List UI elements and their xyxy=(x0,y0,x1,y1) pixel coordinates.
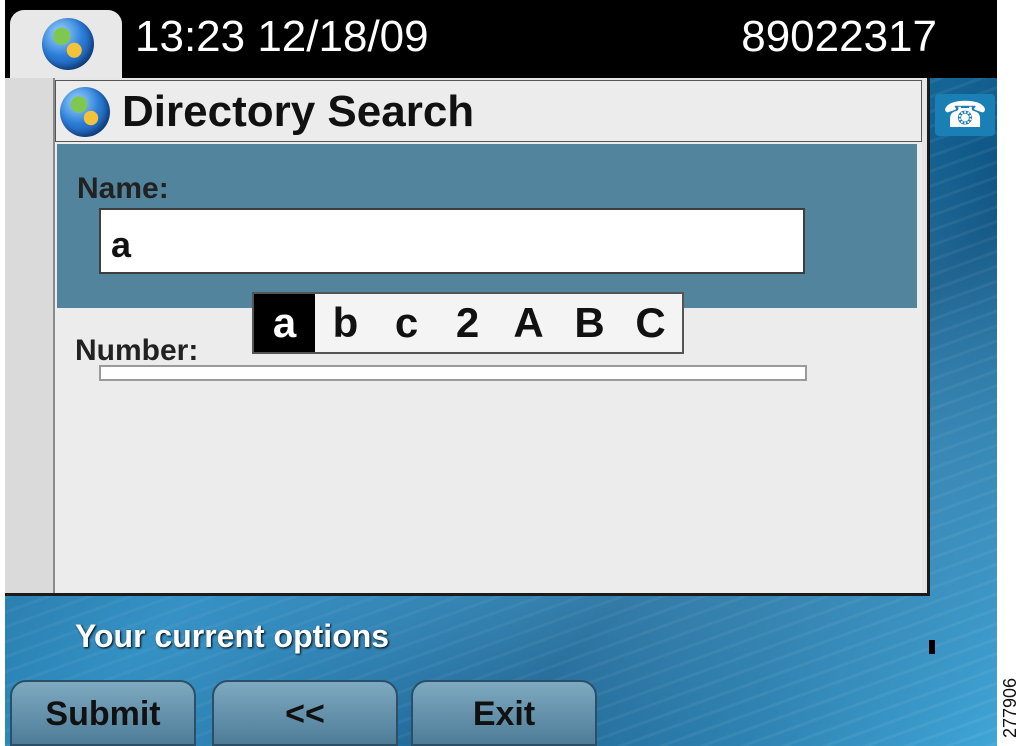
app-tab[interactable] xyxy=(10,10,122,86)
number-input[interactable] xyxy=(99,365,807,381)
current-options-label: Your current options xyxy=(75,618,390,654)
char-option[interactable]: A xyxy=(498,294,559,352)
window-side-strip xyxy=(5,78,55,593)
globe-icon xyxy=(42,18,94,70)
character-picker[interactable]: a b c 2 A B C xyxy=(252,292,684,354)
phone-icon: ☎ xyxy=(935,94,995,136)
globe-icon xyxy=(60,87,110,137)
figure-id: 277906 xyxy=(1000,677,1020,738)
char-option[interactable]: C xyxy=(620,294,681,352)
directory-window: Directory Search Name: a Number: a b c 2… xyxy=(5,78,930,596)
page-title: Directory Search xyxy=(122,87,475,136)
char-option[interactable]: 2 xyxy=(437,294,498,352)
phone-screen: 13:23 12/18/09 89022317 Directory Search… xyxy=(5,0,997,746)
char-option[interactable]: b xyxy=(315,294,376,352)
line-number: 89022317 xyxy=(741,12,937,61)
number-label: Number: xyxy=(75,334,199,367)
search-form: Name: a Number: a b c 2 A B C xyxy=(55,142,922,593)
name-input[interactable]: a xyxy=(99,208,805,274)
exit-softkey[interactable]: Exit xyxy=(411,680,597,746)
char-option[interactable]: c xyxy=(376,294,437,352)
submit-softkey[interactable]: Submit xyxy=(10,680,196,746)
scroll-marker xyxy=(929,640,935,654)
clock-text: 13:23 12/18/09 xyxy=(135,12,429,61)
name-label: Name: xyxy=(77,172,169,205)
status-bar: 13:23 12/18/09 89022317 xyxy=(5,0,997,86)
char-option[interactable]: B xyxy=(559,294,620,352)
name-field-section: Name: a xyxy=(57,144,917,308)
back-softkey[interactable]: << xyxy=(212,680,398,746)
window-title-bar: Directory Search xyxy=(55,80,922,142)
char-option-selected[interactable]: a xyxy=(254,294,315,352)
